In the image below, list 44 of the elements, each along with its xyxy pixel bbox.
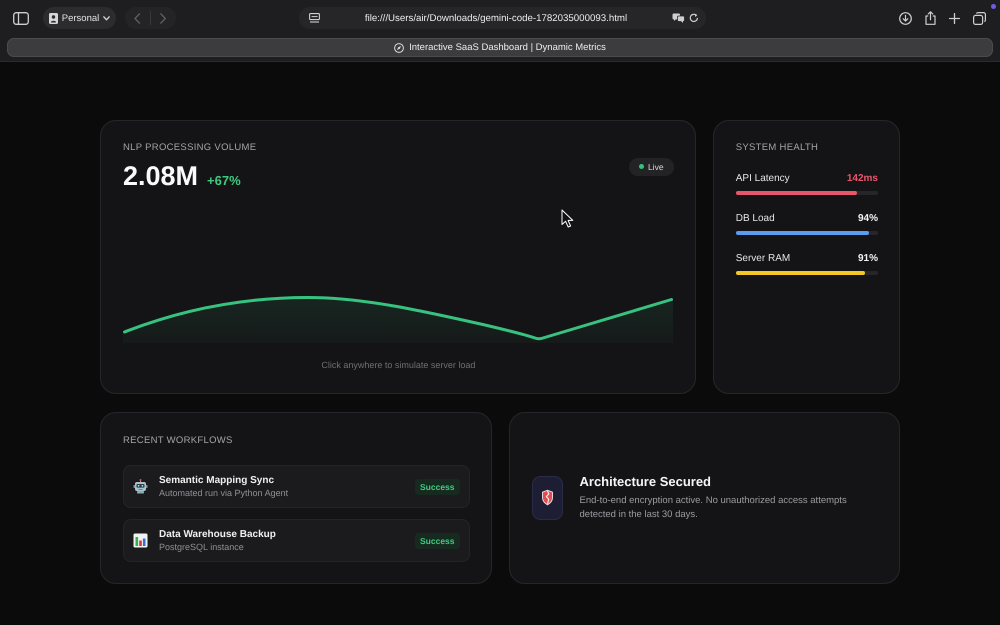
metric-reading: 94% — [858, 212, 878, 226]
chevron-down-icon — [103, 16, 110, 20]
security-title: Architecture Secured — [580, 474, 712, 490]
person-icon — [48, 12, 58, 24]
status-badge: Success — [415, 478, 460, 494]
metric-label: Server RAM — [736, 252, 790, 266]
security-description: End-to-end encryption active. No unauthorized access attempts detected in the last 30 days. — [580, 494, 848, 522]
metric-reading: 142ms — [846, 172, 878, 186]
shield-icon — [532, 476, 562, 520]
metric-label: API Latency — [736, 172, 790, 186]
translate-icon[interactable] — [672, 13, 685, 23]
download-icon[interactable] — [899, 12, 912, 24]
live-badge: Live — [628, 158, 674, 176]
status-badge: Success — [415, 532, 460, 548]
workflow-detail: Automated run via Python Agent — [159, 488, 290, 498]
notification-dot-icon — [991, 4, 996, 9]
card-title: SYSTEM HEALTH — [736, 142, 820, 154]
tabs-overview-icon[interactable] — [973, 12, 986, 24]
change-percentage: +67% — [207, 173, 241, 188]
metric-value: 2.08M — [123, 161, 198, 191]
workflow-name: Semantic Mapping Sync — [159, 474, 276, 486]
bar-chart-icon — [133, 533, 148, 548]
chevron-left-icon — [134, 12, 141, 24]
url-text: file:///Users/air/Downloads/gemini-code-1782035000093.html — [364, 12, 628, 24]
address-bar[interactable]: file:///Users/air/Downloads/gemini-code-1782035000093.html — [299, 7, 706, 29]
compass-icon — [394, 42, 404, 52]
workflow-detail: PostgreSQL instance — [159, 542, 245, 552]
hint-text: Click anywhere to simulate server load — [320, 360, 476, 371]
share-icon[interactable] — [925, 11, 936, 25]
cursor-icon — [561, 209, 574, 228]
metric-label: DB Load — [736, 212, 775, 226]
robot-icon — [133, 479, 148, 494]
profile-button[interactable]: Personal — [43, 7, 116, 29]
page-icon[interactable] — [309, 13, 320, 23]
chevron-right-icon — [160, 12, 167, 24]
workflow-name: Data Warehouse Backup — [159, 528, 277, 540]
sidebar-icon[interactable] — [13, 12, 29, 24]
card-title: NLP PROCESSING VOLUME — [123, 142, 256, 154]
metric-reading: 91% — [858, 252, 878, 266]
status-dot-icon — [638, 164, 644, 169]
card-title: RECENT WORKFLOWS — [123, 435, 234, 447]
reload-icon[interactable] — [689, 13, 699, 23]
plus-icon[interactable] — [949, 12, 960, 24]
browser-tab[interactable]: Interactive SaaS Dashboard | Dynamic Metrics — [7, 38, 993, 57]
